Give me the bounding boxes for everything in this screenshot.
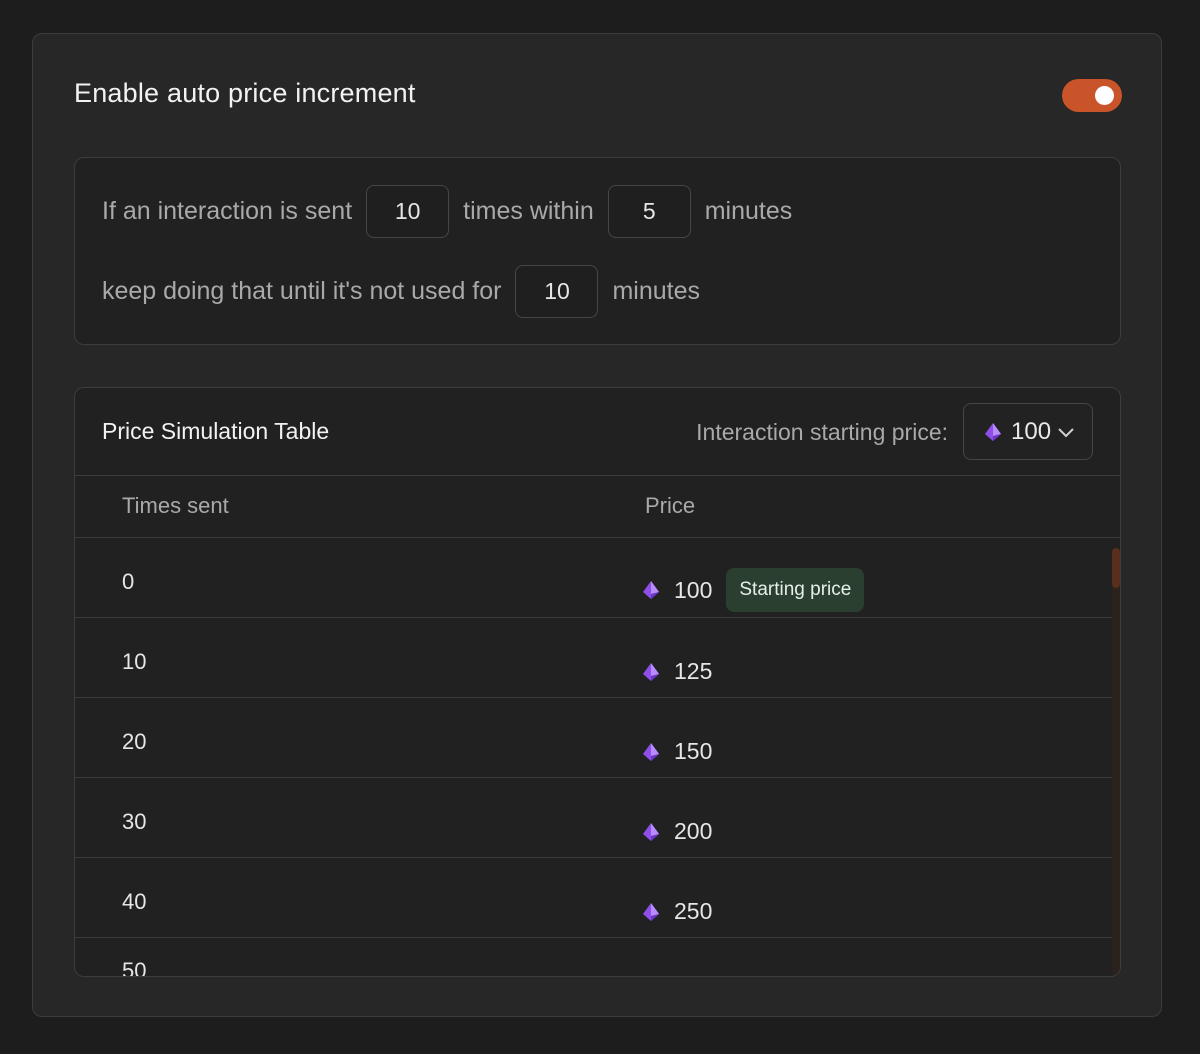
section-title: Enable auto price increment: [74, 78, 416, 108]
toggle-knob: [1095, 86, 1114, 105]
column-headers: Times sent Price: [75, 476, 1120, 538]
auto-price-card: Enable auto price increment If an intera…: [32, 33, 1162, 1017]
times-sent-cell: 10: [122, 649, 147, 674]
starting-price-value: 100: [1011, 417, 1052, 445]
starting-price-badge: Starting price: [726, 568, 865, 612]
price-value: 200: [674, 818, 713, 844]
rule-text: keep doing that until it's not used for: [102, 277, 502, 305]
price-cell: 150: [642, 738, 712, 765]
table-row: 10 125: [75, 618, 1112, 698]
price-value: 150: [674, 738, 713, 764]
times-sent-input[interactable]: [366, 185, 450, 238]
price-value: 125: [674, 658, 713, 684]
auto-price-toggle[interactable]: [1062, 79, 1122, 112]
table-body: 0 100 Starting price 10 125 20 150 30 20…: [75, 538, 1112, 977]
times-sent-cell: 20: [122, 729, 147, 754]
table-row: 50: [75, 938, 1112, 977]
price-cell: 100 Starting price: [642, 568, 865, 612]
rule-text: minutes: [704, 197, 793, 225]
gem-icon: [643, 662, 659, 681]
idle-minutes-input[interactable]: [515, 265, 599, 318]
table-scrollbar[interactable]: [1112, 548, 1120, 976]
table-row: 0 100 Starting price: [75, 538, 1112, 618]
rule-text: minutes: [612, 277, 701, 305]
window-minutes-input[interactable]: [607, 185, 691, 238]
price-cell: 125: [642, 658, 712, 685]
table-row: 20 150: [75, 698, 1112, 778]
scrollbar-thumb[interactable]: [1112, 548, 1120, 588]
gem-icon: [985, 422, 1001, 441]
times-sent-cell: 30: [122, 809, 147, 834]
times-sent-cell: 0: [122, 569, 135, 594]
price-simulation-table: Price Simulation Table Interaction start…: [74, 387, 1121, 977]
rule-text: times within: [463, 197, 594, 225]
rule-line-frequency: If an interaction is sent times within m…: [102, 185, 792, 238]
gem-icon: [643, 742, 659, 761]
starting-price-select[interactable]: 100: [963, 403, 1093, 460]
price-cell: 250: [642, 898, 712, 925]
price-cell: 200: [642, 818, 712, 845]
times-sent-cell: 40: [122, 889, 147, 914]
times-sent-cell: 50: [122, 958, 147, 977]
table-title: Price Simulation Table: [102, 418, 330, 444]
starting-price-label: Interaction starting price:: [696, 419, 948, 445]
gem-icon: [643, 581, 659, 599]
gem-icon: [643, 822, 659, 841]
column-header-price: Price: [645, 493, 696, 518]
gem-icon: [643, 902, 659, 921]
price-value: 100: [674, 576, 713, 603]
rule-line-duration: keep doing that until it's not used for …: [102, 265, 700, 318]
price-value: 250: [674, 898, 713, 924]
table-header: Price Simulation Table Interaction start…: [75, 388, 1120, 476]
table-row: 30 200: [75, 778, 1112, 858]
table-row: 40 250: [75, 858, 1112, 938]
increment-rules-box: If an interaction is sent times within m…: [74, 157, 1121, 345]
column-header-times-sent: Times sent: [122, 493, 229, 518]
chevron-down-icon: [1058, 427, 1074, 437]
rule-text: If an interaction is sent: [102, 197, 353, 225]
